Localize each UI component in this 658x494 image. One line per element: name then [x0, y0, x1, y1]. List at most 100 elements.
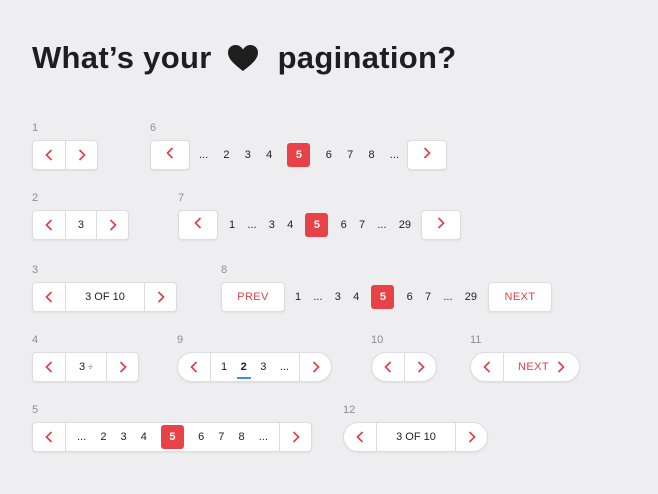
- page-list-6: ... 2 3 4 5 6 7 8 ...: [199, 140, 399, 170]
- chevron-left-icon: [45, 291, 53, 303]
- current-page: 3: [64, 211, 97, 239]
- next-button[interactable]: [279, 423, 311, 451]
- prev-button[interactable]: [33, 211, 65, 239]
- page-ellipsis: ...: [279, 361, 289, 373]
- chevron-right-icon: [109, 219, 117, 231]
- page-link[interactable]: 3: [260, 361, 266, 373]
- next-button[interactable]: [407, 140, 447, 170]
- page-link[interactable]: 4: [266, 149, 272, 161]
- page-link[interactable]: 7: [359, 219, 365, 231]
- page-link[interactable]: 7: [218, 431, 224, 443]
- page-link[interactable]: 7: [347, 149, 353, 161]
- prev-button[interactable]: [33, 353, 65, 381]
- chevron-right-icon: [557, 361, 565, 373]
- chevron-right-icon: [78, 149, 86, 161]
- page-select[interactable]: 3 ÷: [65, 353, 106, 381]
- page-link[interactable]: 2: [223, 149, 229, 161]
- page-title: What’s your pagination?: [32, 40, 457, 76]
- page-link[interactable]: 1: [295, 291, 301, 303]
- page-status: 3 OF 10: [64, 283, 144, 311]
- pagination-5: ... 2 3 4 5 6 7 8 ...: [32, 422, 312, 452]
- next-button[interactable]: [65, 141, 97, 169]
- page-link[interactable]: 7: [425, 291, 431, 303]
- page-ellipsis: ...: [258, 431, 268, 443]
- example-number-9: 9: [177, 334, 184, 346]
- page-ellipsis: ...: [247, 219, 257, 231]
- active-page[interactable]: 5: [160, 425, 184, 449]
- example-number-10: 10: [371, 334, 384, 346]
- pagination-11: NEXT: [470, 352, 580, 382]
- next-button[interactable]: [144, 283, 176, 311]
- page-link[interactable]: 3: [121, 431, 127, 443]
- prev-button[interactable]: [372, 353, 404, 381]
- page-link[interactable]: 8: [368, 149, 374, 161]
- page-ellipsis: ...: [377, 219, 387, 231]
- page-link[interactable]: 6: [407, 291, 413, 303]
- page-link[interactable]: 2: [100, 431, 106, 443]
- example-number-12: 12: [343, 404, 356, 416]
- chevron-right-icon: [468, 431, 476, 443]
- page-link[interactable]: 6: [341, 219, 347, 231]
- next-text-button[interactable]: NEXT: [488, 282, 552, 312]
- next-button[interactable]: [455, 423, 487, 451]
- prev-button[interactable]: [178, 353, 210, 381]
- chevron-right-icon: [157, 291, 165, 303]
- pagination-1: [32, 140, 98, 170]
- active-page[interactable]: 5: [305, 213, 329, 237]
- chevron-right-icon: [292, 431, 300, 443]
- example-number-1: 1: [32, 122, 39, 134]
- prev-button[interactable]: [33, 423, 65, 451]
- page-link[interactable]: 29: [399, 219, 411, 231]
- prev-button[interactable]: [33, 141, 65, 169]
- prev-button[interactable]: [471, 353, 503, 381]
- next-button[interactable]: [106, 353, 138, 381]
- page-link[interactable]: 1: [221, 361, 227, 373]
- page-link[interactable]: 4: [353, 291, 359, 303]
- prev-button[interactable]: [178, 210, 218, 240]
- page-list: ... 2 3 4 5 6 7 8 ...: [65, 423, 279, 451]
- active-page[interactable]: 5: [287, 143, 311, 167]
- page-link[interactable]: 3: [245, 149, 251, 161]
- chevron-left-icon: [384, 361, 392, 373]
- example-number-11: 11: [470, 334, 482, 346]
- prev-button[interactable]: [344, 423, 376, 451]
- next-button[interactable]: [299, 353, 331, 381]
- pagination-12: 3 OF 10: [343, 422, 488, 452]
- prev-text-button[interactable]: PREV: [221, 282, 285, 312]
- page-ellipsis: ...: [77, 431, 87, 443]
- active-page[interactable]: 2: [236, 361, 251, 379]
- pagination-2: 3: [32, 210, 129, 240]
- pagination-10: [371, 352, 437, 382]
- chevron-right-icon: [423, 146, 431, 164]
- page-link[interactable]: 8: [239, 431, 245, 443]
- example-number-8: 8: [221, 264, 228, 276]
- chevron-left-icon: [45, 361, 53, 373]
- page-link[interactable]: 4: [287, 219, 293, 231]
- prev-button[interactable]: [33, 283, 65, 311]
- page-list: 1 2 3 ...: [210, 353, 299, 381]
- chevron-right-icon: [437, 216, 445, 234]
- example-number-3: 3: [32, 264, 39, 276]
- next-button[interactable]: [96, 211, 128, 239]
- page-link[interactable]: 29: [465, 291, 477, 303]
- page-link[interactable]: 1: [229, 219, 235, 231]
- next-button[interactable]: [404, 353, 436, 381]
- chevron-left-icon: [194, 216, 202, 234]
- page-ellipsis: ...: [443, 291, 453, 303]
- page-link[interactable]: 4: [141, 431, 147, 443]
- title-text-after: pagination?: [277, 40, 457, 75]
- page-link[interactable]: 3: [335, 291, 341, 303]
- next-button[interactable]: [421, 210, 461, 240]
- example-number-5: 5: [32, 404, 39, 416]
- chevron-right-icon: [417, 361, 425, 373]
- page-status: 3 OF 10: [376, 423, 455, 451]
- page-ellipsis: ...: [199, 149, 209, 161]
- page-link[interactable]: 6: [326, 149, 332, 161]
- next-text-button[interactable]: NEXT: [503, 353, 579, 381]
- active-page[interactable]: 5: [371, 285, 395, 309]
- prev-button[interactable]: [150, 140, 190, 170]
- page-link[interactable]: 3: [269, 219, 275, 231]
- example-number-7: 7: [178, 192, 185, 204]
- chevron-left-icon: [166, 146, 174, 164]
- page-link[interactable]: 6: [198, 431, 204, 443]
